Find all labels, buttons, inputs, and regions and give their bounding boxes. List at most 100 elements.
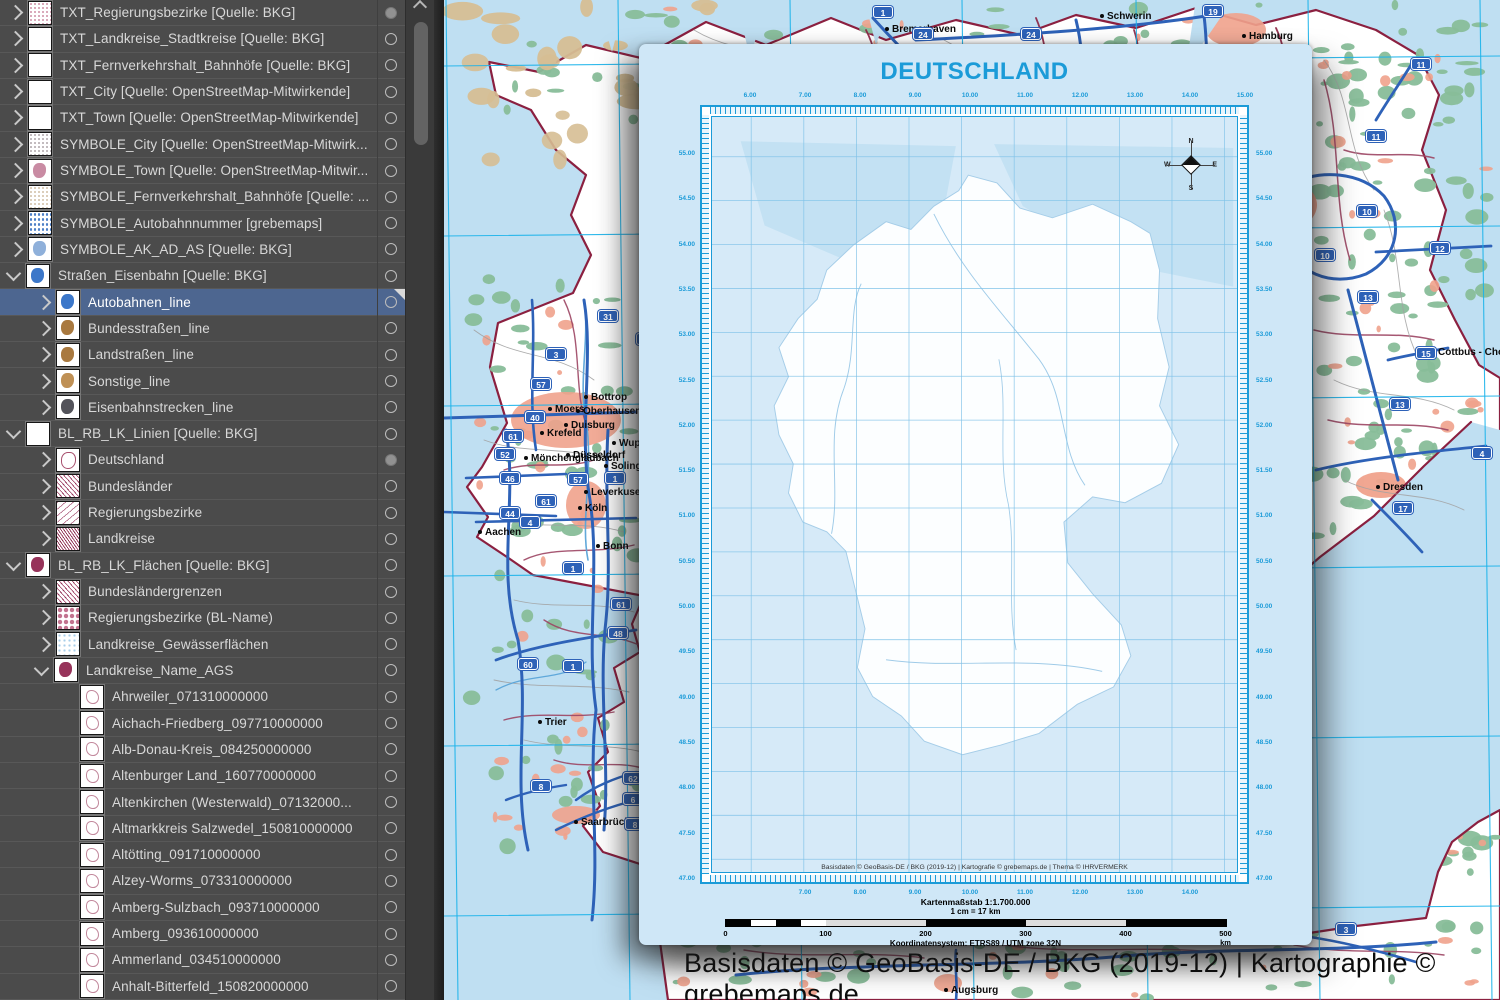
chevron-right-icon[interactable] [8,5,24,21]
chevron-right-icon[interactable] [36,479,52,495]
layer-row-27[interactable]: Ahrweiler_071310000000 [0,684,406,710]
layer-thumbnail[interactable] [26,264,50,288]
layer-row-22[interactable]: BL_RB_LK_Flächen [Quelle: BKG] [0,553,406,579]
chevron-right-icon[interactable] [8,84,24,100]
chevron-right-icon[interactable] [36,294,52,310]
target-circle-icon[interactable] [385,86,397,98]
layer-row-33[interactable]: Altötting_091710000000 [0,842,406,868]
layer-label[interactable]: Landkreise_Name_AGS [86,663,233,678]
layer-label[interactable]: BL_RB_LK_Linien [Quelle: BKG] [58,426,258,441]
layer-row-7[interactable]: SYMBOLE_Town [Quelle: OpenStreetMap-Mitw… [0,158,406,184]
layer-label[interactable]: SYMBOLE_City [Quelle: OpenStreetMap-Mitw… [60,137,368,152]
chevron-right-icon[interactable] [36,531,52,547]
layer-label[interactable]: Deutschland [88,452,164,467]
target-circle-icon[interactable] [385,401,397,413]
layer-thumbnail[interactable] [80,895,104,919]
layer-thumbnail[interactable] [56,290,80,314]
layer-thumbnail[interactable] [28,1,52,25]
layer-label[interactable]: BL_RB_LK_Flächen [Quelle: BKG] [58,558,270,573]
layer-row-32[interactable]: Altmarkkreis Salzwedel_150810000000 [0,816,406,842]
layer-row-14[interactable]: Landstraßen_line [0,342,406,368]
scrollbar-thumb[interactable] [414,22,428,145]
layer-label[interactable]: TXT_Town [Quelle: OpenStreetMap-Mitwirke… [60,110,359,125]
layer-thumbnail[interactable] [80,764,104,788]
chevron-right-icon[interactable] [36,373,52,389]
target-circle-icon[interactable] [385,165,397,177]
layer-thumbnail[interactable] [56,395,80,419]
target-circle-icon[interactable] [385,7,397,19]
layer-row-34[interactable]: Alzey-Worms_073310000000 [0,868,406,894]
layer-thumbnail[interactable] [28,80,52,104]
layer-thumbnail[interactable] [56,527,80,551]
layer-row-25[interactable]: Landkreise_Gewässerflächen [0,632,406,658]
target-circle-icon[interactable] [385,954,397,966]
layer-row-23[interactable]: Bundesländergrenzen [0,579,406,605]
layer-label[interactable]: Regierungsbezirke (BL-Name) [88,610,273,625]
target-circle-icon[interactable] [385,480,397,492]
target-circle-icon[interactable] [385,112,397,124]
layer-row-11[interactable]: Straßen_Eisenbahn [Quelle: BKG] [0,263,406,289]
layer-thumbnail[interactable] [80,843,104,867]
layer-thumbnail[interactable] [56,474,80,498]
scroll-up-icon[interactable] [413,0,427,14]
layer-row-37[interactable]: Ammerland_034510000000 [0,947,406,973]
chevron-right-icon[interactable] [8,163,24,179]
target-circle-icon[interactable] [385,559,397,571]
chevron-right-icon[interactable] [36,636,52,652]
layer-thumbnail[interactable] [28,211,52,235]
layer-thumbnail[interactable] [80,711,104,735]
layer-label[interactable]: TXT_Regierungsbezirke [Quelle: BKG] [60,5,295,20]
layer-thumbnail[interactable] [80,790,104,814]
chevron-right-icon[interactable] [36,505,52,521]
layer-label[interactable]: Alb-Donau-Kreis_084250000000 [112,742,311,757]
target-circle-icon[interactable] [385,322,397,334]
chevron-right-icon[interactable] [36,400,52,416]
layer-thumbnail[interactable] [80,816,104,840]
target-circle-icon[interactable] [385,928,397,940]
layer-label[interactable]: Landstraßen_line [88,347,194,362]
layer-label[interactable]: Eisenbahnstrecken_line [88,400,234,415]
chevron-right-icon[interactable] [36,610,52,626]
chevron-right-icon[interactable] [8,58,24,74]
layer-row-29[interactable]: Alb-Donau-Kreis_084250000000 [0,737,406,763]
target-circle-icon[interactable] [385,743,397,755]
target-circle-icon[interactable] [385,428,397,440]
layer-label[interactable]: Altenkirchen (Westerwald)_07132000... [112,795,352,810]
layer-label[interactable]: Sonstige_line [88,374,170,389]
chevron-right-icon[interactable] [36,347,52,363]
target-circle-icon[interactable] [385,664,397,676]
layer-label[interactable]: Landkreise [88,531,155,546]
layer-label[interactable]: Bundesländergrenzen [88,584,222,599]
target-circle-icon[interactable] [385,980,397,992]
target-circle-icon[interactable] [385,191,397,203]
layer-row-4[interactable]: TXT_City [Quelle: OpenStreetMap-Mitwirke… [0,79,406,105]
target-circle-icon[interactable] [385,717,397,729]
map-page[interactable]: DEUTSCHLAND N E S W 6.007.008.009.0010.0… [639,44,1312,945]
layer-label[interactable]: Regierungsbezirke [88,505,202,520]
layer-row-17[interactable]: BL_RB_LK_Linien [Quelle: BKG] [0,421,406,447]
layer-thumbnail[interactable] [56,343,80,367]
layer-thumbnail[interactable] [56,369,80,393]
chevron-right-icon[interactable] [8,215,24,231]
chevron-down-icon[interactable] [34,661,50,677]
layer-thumbnail[interactable] [80,974,104,998]
layer-thumbnail[interactable] [28,237,52,261]
chevron-down-icon[interactable] [6,555,22,571]
target-circle-icon[interactable] [385,138,397,150]
layer-label[interactable]: Ammerland_034510000000 [112,952,281,967]
chevron-right-icon[interactable] [8,110,24,126]
target-circle-icon[interactable] [385,691,397,703]
layer-label[interactable]: Bundesländer [88,479,173,494]
layer-row-8[interactable]: SYMBOLE_Fernverkehrshalt_Bahnhöfe [Quell… [0,184,406,210]
layer-row-1[interactable]: TXT_Regierungsbezirke [Quelle: BKG] [0,0,406,26]
layer-thumbnail[interactable] [56,606,80,630]
layer-row-28[interactable]: Aichach-Friedberg_097710000000 [0,710,406,736]
layer-row-19[interactable]: Bundesländer [0,474,406,500]
chevron-down-icon[interactable] [6,424,22,440]
layer-label[interactable]: SYMBOLE_Fernverkehrshalt_Bahnhöfe [Quell… [60,189,369,204]
layer-label[interactable]: Anhalt-Bitterfeld_150820000000 [112,979,309,994]
chevron-down-icon[interactable] [6,266,22,282]
target-circle-icon[interactable] [385,586,397,598]
layer-row-31[interactable]: Altenkirchen (Westerwald)_07132000... [0,789,406,815]
layer-thumbnail[interactable] [28,185,52,209]
